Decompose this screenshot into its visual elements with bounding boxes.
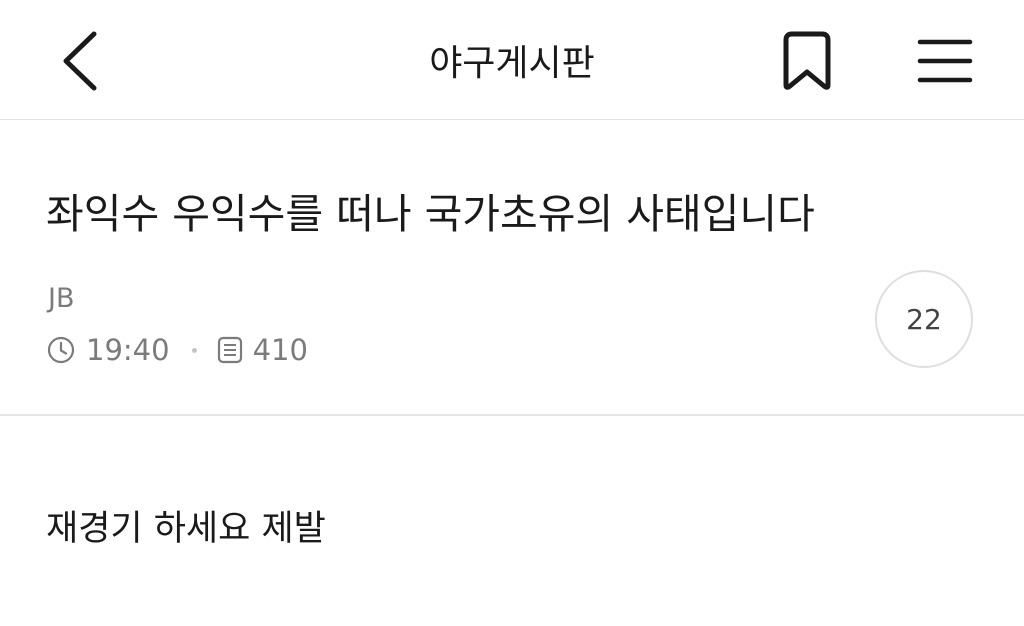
clock-icon [47,336,75,364]
post-header: 좌익수 우익수를 떠나 국가초유의 사태입니다 JB 19:40 410 22 [0,120,1024,416]
post-meta: 19:40 410 [46,330,308,370]
menu-button[interactable] [912,30,978,92]
post-body: 재경기 하세요 제발 [46,509,326,549]
comment-count-button[interactable]: 22 [875,270,973,368]
board-title: 야구게시판 [429,43,595,84]
bookmark-icon [783,31,831,90]
post-title: 좌익수 우익수를 떠나 국가초유의 사태입니다 [46,190,815,238]
view-count: 410 [252,333,308,367]
post-time: 19:40 [86,333,170,367]
author-name[interactable]: JB [48,283,75,314]
document-icon [217,336,242,364]
top-navigation-bar: 야구게시판 [0,0,1024,120]
bookmark-button[interactable] [776,28,838,94]
separator-dot [191,347,197,353]
hamburger-menu-icon [917,39,973,83]
